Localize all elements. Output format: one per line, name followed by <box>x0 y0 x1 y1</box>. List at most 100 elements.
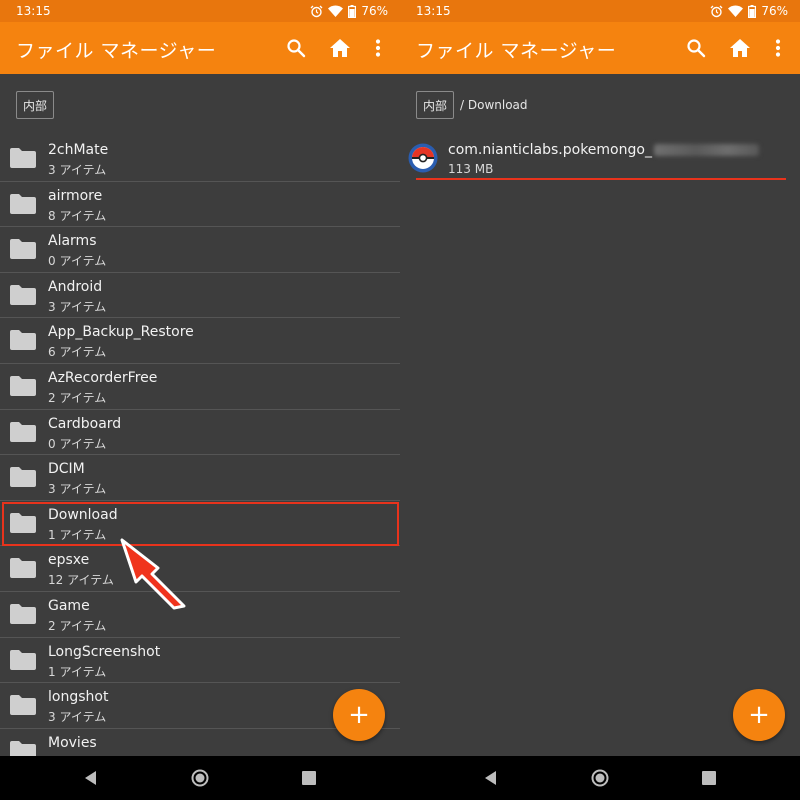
folder-item-count: 0 アイテム <box>48 254 107 269</box>
folder-name: DCIM <box>48 461 85 478</box>
folder-icon-wrap <box>10 148 36 172</box>
file-row[interactable]: com.nianticlabs.pokemongo_ 113 MB <box>400 136 800 182</box>
more-vert-icon <box>375 39 381 57</box>
app-bar: ファイル マネージャー <box>400 22 800 74</box>
folder-name: Game <box>48 597 90 614</box>
folder-list: 2chMate 3 アイテム airmore 8 アイテム Alarms 0 アイテム An… <box>0 136 400 756</box>
file-name-text: com.nianticlabs.pokemongo_ <box>448 142 652 158</box>
folder-icon-wrap <box>10 330 36 354</box>
folder-row[interactable]: epsxe 12 アイテム <box>0 546 400 592</box>
home-button[interactable] <box>326 34 354 62</box>
search-button[interactable] <box>282 34 310 62</box>
folder-icon-wrap <box>10 740 36 756</box>
home-icon <box>330 39 350 57</box>
pointer-arrow <box>120 538 186 610</box>
folder-name: airmore <box>48 187 103 204</box>
status-time: 13:15 <box>16 4 51 18</box>
folder-item-count: 3 アイテム <box>48 482 107 497</box>
folder-row[interactable]: Android 3 アイテム <box>0 273 400 319</box>
wifi-icon <box>728 5 744 17</box>
back-button[interactable] <box>480 768 500 788</box>
folder-item-count: 3 アイテム <box>48 299 107 314</box>
folder-item-count: 3 アイテム <box>48 163 107 177</box>
alarm-icon <box>710 5 723 17</box>
folder-row[interactable]: App_Backup_Restore 6 アイテム <box>0 318 400 364</box>
folder-icon <box>10 239 36 260</box>
folder-icon-wrap <box>10 284 36 309</box>
folder-item-count: 2 アイテム <box>48 618 107 633</box>
more-options-button[interactable] <box>766 34 790 62</box>
blurred-version-text <box>653 144 759 156</box>
breadcrumb-root[interactable]: 内部 <box>416 91 455 119</box>
wifi-icon <box>328 5 344 17</box>
breadcrumb-path[interactable]: / Download <box>460 98 528 112</box>
status-bar: 13:15 76% <box>0 0 400 22</box>
folder-item-count: 0 アイテム <box>48 436 107 451</box>
highlight-underline <box>416 178 786 180</box>
search-icon <box>687 39 706 58</box>
folder-name: LongScreenshot <box>48 643 161 660</box>
folder-row[interactable]: Download 1 アイテム <box>0 501 400 547</box>
folder-icon <box>10 558 36 579</box>
breadcrumb-root[interactable]: 内部 <box>16 91 55 119</box>
folder-name: App_Backup_Restore <box>48 324 194 341</box>
folder-row[interactable]: LongScreenshot 1 アイテム <box>0 638 400 684</box>
home-icon <box>730 39 750 57</box>
alarm-icon <box>310 5 323 17</box>
recents-icon <box>702 771 716 785</box>
add-button[interactable]: + <box>733 689 785 741</box>
folder-name: Cardboard <box>48 415 122 432</box>
folder-icon <box>10 695 36 716</box>
folder-icon <box>10 649 36 670</box>
folder-row[interactable]: Cardboard 0 アイテム <box>0 410 400 456</box>
folder-item-count: 12 アイテム <box>48 573 114 588</box>
home-nav-icon <box>191 769 209 787</box>
more-options-button[interactable] <box>366 34 390 62</box>
folder-icon <box>10 193 36 214</box>
back-icon <box>85 771 96 785</box>
folder-item-count: 2 アイテム <box>48 390 107 405</box>
folder-name: AzRecorderFree <box>48 369 158 386</box>
folder-row[interactable]: airmore 8 アイテム <box>0 182 400 228</box>
search-button[interactable] <box>682 34 710 62</box>
app-title: ファイル マネージャー <box>16 40 217 62</box>
navigation-bar <box>0 756 800 800</box>
folder-icon-wrap <box>10 375 36 400</box>
folder-icon <box>10 740 36 756</box>
folder-row[interactable]: Game 2 アイテム <box>0 592 400 638</box>
recents-button[interactable] <box>699 768 719 788</box>
folder-row[interactable]: Alarms 0 アイテム <box>0 227 400 273</box>
folder-row[interactable]: 2chMate 3 アイテム <box>0 136 400 182</box>
folder-icon <box>10 284 36 305</box>
folder-icon <box>10 148 36 168</box>
folder-icon-wrap <box>10 512 36 537</box>
folder-icon-wrap <box>10 695 36 719</box>
folder-item-count: 3 アイテム <box>48 710 107 725</box>
folder-name: epsxe <box>48 552 90 569</box>
app-bar: ファイル マネージャー <box>0 22 400 74</box>
file-name: com.nianticlabs.pokemongo_ <box>448 142 759 158</box>
more-vert-icon <box>775 39 781 57</box>
left-screen: 13:15 76% ファイル マネージャー 内部 2chMate 3 アイテム ai… <box>0 0 400 756</box>
folder-item-count: 6 アイテム <box>48 345 107 360</box>
home-nav-button[interactable] <box>590 768 610 788</box>
folder-icon <box>10 330 36 351</box>
folder-icon-wrap <box>10 421 36 446</box>
home-button[interactable] <box>726 34 754 62</box>
back-button[interactable] <box>80 768 100 788</box>
folder-row[interactable]: AzRecorderFree 2 アイテム <box>0 364 400 410</box>
search-icon <box>287 39 306 58</box>
breadcrumb: 内部 <box>16 91 55 119</box>
recents-icon <box>302 771 316 785</box>
add-button[interactable]: + <box>333 689 385 741</box>
home-nav-button[interactable] <box>190 768 210 788</box>
folder-item-count: 1 アイテム <box>48 527 107 542</box>
folder-item-count: 1 アイテム <box>48 664 107 679</box>
folder-name: Android <box>48 278 103 295</box>
status-bar: 13:15 76% <box>400 0 800 22</box>
status-time: 13:15 <box>416 4 451 18</box>
folder-icon-wrap <box>10 603 36 628</box>
recents-button[interactable] <box>299 768 319 788</box>
folder-icon-wrap <box>10 558 36 582</box>
folder-row[interactable]: DCIM 3 アイテム <box>0 455 400 501</box>
